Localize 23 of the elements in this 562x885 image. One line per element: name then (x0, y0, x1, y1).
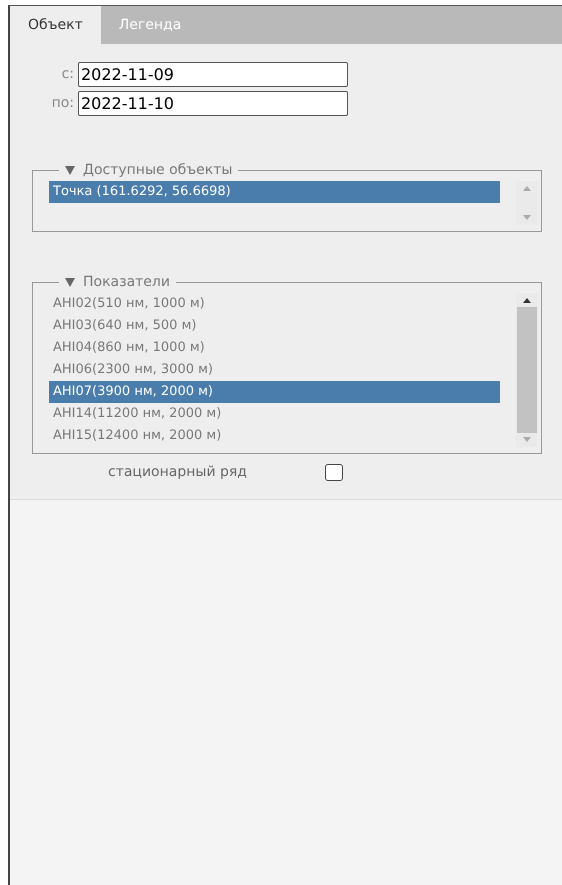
date-field[interactable]: 2022-11-09 (78, 62, 348, 87)
list-item[interactable]: AHI06(2300 нм, 3000 м) (49, 359, 500, 381)
list-item[interactable]: Точка (161.6292, 56.6698) (49, 181, 500, 203)
tab[interactable]: Легенда (100, 6, 200, 44)
scrollbar[interactable] (516, 181, 538, 225)
group-title: Показатели (83, 273, 170, 292)
checkbox[interactable] (325, 464, 343, 481)
collapse-icon[interactable] (65, 166, 75, 175)
list-item[interactable]: AHI02(510 нм, 1000 м) (49, 293, 500, 315)
tab[interactable]: Объект (10, 6, 101, 44)
list-item[interactable]: AHI07(3900 нм, 2000 м) (49, 381, 500, 403)
field-label: с: (60, 65, 74, 84)
group-title: Доступные объекты (83, 161, 232, 180)
date-field[interactable]: 2022-11-10 (78, 91, 348, 116)
scroll-thumb[interactable] (517, 307, 537, 433)
list-item[interactable]: AHI14(11200 нм, 2000 м) (49, 403, 500, 425)
list-item[interactable]: AHI04(860 нм, 1000 м) (49, 337, 500, 359)
scrollbar[interactable] (516, 293, 538, 447)
field-label: по: (50, 94, 74, 113)
list-item[interactable]: AHI03(640 нм, 500 м) (49, 315, 500, 337)
list-item[interactable]: AHI15(12400 нм, 2000 м) (49, 425, 500, 447)
collapse-icon[interactable] (65, 278, 75, 287)
checkbox-label: стационарный ряд (108, 463, 247, 482)
